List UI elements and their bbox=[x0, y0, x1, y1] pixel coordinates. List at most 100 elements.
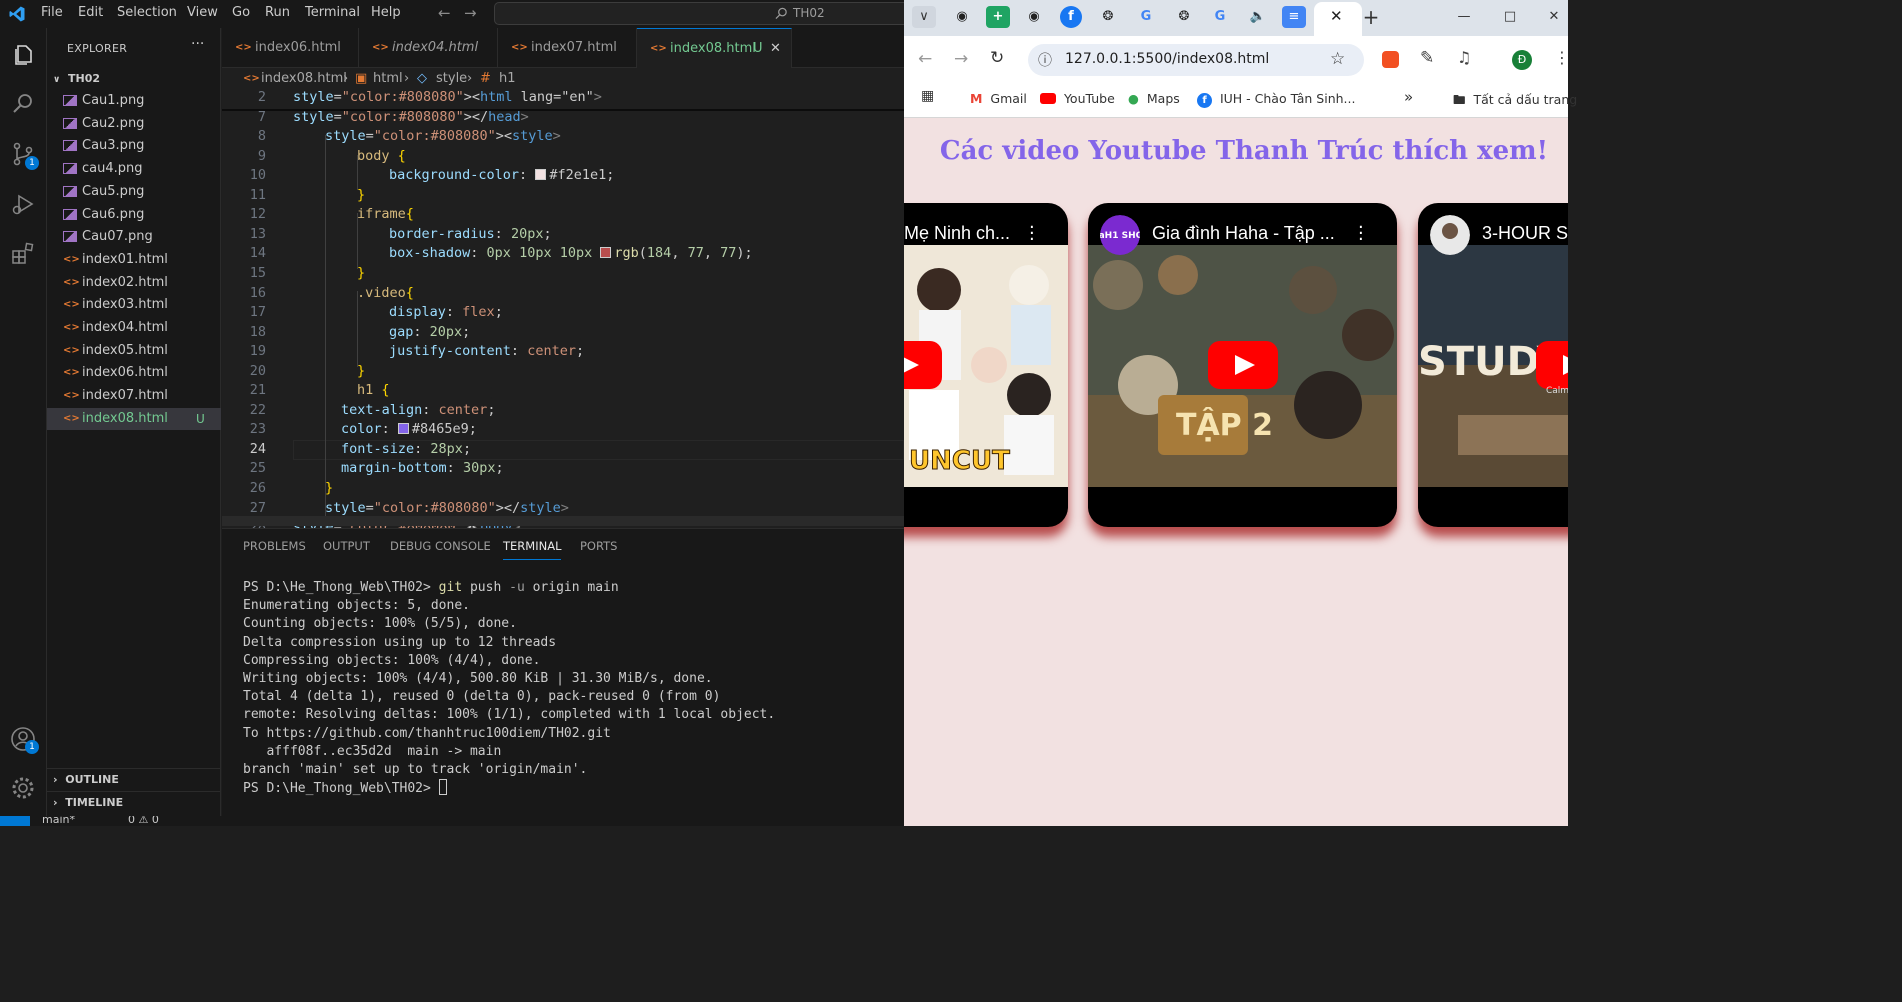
sheets-icon[interactable]: + bbox=[986, 6, 1010, 28]
terminal-output[interactable]: PS D:\He_Thong_Web\TH02> git push -u ori… bbox=[243, 579, 775, 798]
file-item[interactable]: <> index06.html bbox=[47, 362, 221, 384]
address-bar[interactable]: ⓘ 127.0.0.1:5500/index08.html ☆ bbox=[1028, 44, 1364, 76]
breadcrumb-html[interactable]: html bbox=[373, 68, 403, 90]
media-control-icon[interactable]: ♫ bbox=[1457, 48, 1471, 67]
file-item[interactable]: <> index03.html bbox=[47, 294, 221, 316]
code-editor[interactable]: 2 style="color:#808080"><html lang="en"> 7… bbox=[222, 90, 904, 528]
audio-icon[interactable]: 🔈 bbox=[1246, 6, 1270, 28]
back-arrow-icon[interactable]: ← bbox=[438, 4, 451, 22]
menu-edit[interactable]: Edit bbox=[78, 5, 103, 20]
file-item[interactable]: <> index02.html bbox=[47, 272, 221, 294]
outline-section[interactable]: › OUTLINE bbox=[47, 768, 221, 790]
video-embed-3[interactable]: 3-HOUR ST STUDY Calm bbox=[1418, 203, 1568, 527]
timeline-section[interactable]: › TIMELINE bbox=[47, 791, 221, 813]
problems-status[interactable]: 0 ⚠ 0 bbox=[128, 816, 159, 826]
chatgpt-icon[interactable]: ❂ bbox=[1172, 6, 1196, 28]
reload-icon[interactable]: ↻ bbox=[990, 48, 1004, 68]
site-info-icon[interactable]: ⓘ bbox=[1038, 50, 1052, 70]
youtube-play-icon[interactable] bbox=[1208, 341, 1278, 389]
tab-debug-console[interactable]: DEBUG CONSOLE bbox=[390, 539, 491, 553]
video-embed-1[interactable]: Mẹ Ninh ch... · · · UNCUT bbox=[904, 203, 1068, 527]
tab-index06[interactable]: <> index06.html bbox=[222, 28, 359, 68]
bookmark-youtube[interactable]: YouTube bbox=[1040, 91, 1115, 106]
bookmark-gmail[interactable]: M Gmail bbox=[970, 91, 1027, 106]
apps-grid-icon[interactable]: ▦ bbox=[921, 88, 934, 104]
code-line: background-color: #f2e1e1; bbox=[389, 167, 615, 184]
chatgpt-icon[interactable]: ❂ bbox=[1096, 6, 1120, 28]
explorer-icon[interactable] bbox=[10, 42, 36, 68]
command-center-search[interactable]: TH02 bbox=[494, 2, 904, 25]
bookmark-star-icon[interactable]: ☆ bbox=[1330, 49, 1345, 69]
code-line: color: #8465e9; bbox=[341, 421, 477, 438]
close-window-icon[interactable]: ✕ bbox=[1542, 6, 1566, 28]
menu-help[interactable]: Help bbox=[371, 5, 401, 20]
more-options-icon[interactable]: · · · bbox=[1029, 219, 1035, 249]
file-item[interactable]: <> index01.html bbox=[47, 249, 221, 271]
close-icon[interactable]: ✕ bbox=[1330, 7, 1343, 25]
forward-arrow-icon[interactable]: → bbox=[954, 49, 968, 69]
all-bookmarks[interactable]: 🖿 Tất cả dấu trang bbox=[1453, 91, 1577, 112]
file-item[interactable]: Cau5.png bbox=[47, 181, 221, 203]
tab-index07[interactable]: <> index07.html bbox=[498, 28, 637, 68]
search-icon[interactable] bbox=[10, 91, 36, 117]
forward-arrow-icon[interactable]: → bbox=[464, 4, 477, 22]
file-item[interactable]: <> index04.html bbox=[47, 317, 221, 339]
run-debug-icon[interactable] bbox=[10, 191, 36, 217]
branch-status[interactable]: main* bbox=[42, 816, 75, 826]
menu-selection[interactable]: Selection bbox=[117, 5, 177, 20]
file-item[interactable]: Cau3.png bbox=[47, 135, 221, 157]
file-item[interactable]: Cau6.png bbox=[47, 204, 221, 226]
github-icon[interactable]: ◉ bbox=[950, 6, 974, 28]
bookmark-maps[interactable]: ● Maps bbox=[1128, 91, 1180, 106]
breadcrumb-style[interactable]: style bbox=[436, 68, 467, 90]
file-item[interactable]: <> index05.html bbox=[47, 340, 221, 362]
menu-file[interactable]: File bbox=[41, 5, 63, 20]
menu-terminal[interactable]: Terminal bbox=[305, 5, 360, 20]
file-item[interactable]: Cau1.png bbox=[47, 90, 221, 112]
more-bookmarks-icon[interactable]: » bbox=[1404, 88, 1413, 106]
tab-problems[interactable]: PROBLEMS bbox=[243, 539, 306, 553]
more-options-icon[interactable]: · · · bbox=[1358, 219, 1364, 249]
file-item[interactable]: <> index07.html bbox=[47, 385, 221, 407]
tab-search-icon[interactable]: ∨ bbox=[912, 6, 936, 28]
breadcrumb-file[interactable]: index08.html bbox=[261, 68, 347, 90]
github-icon[interactable]: ◉ bbox=[1022, 6, 1046, 28]
tab-output[interactable]: OUTPUT bbox=[323, 539, 370, 553]
profile-avatar[interactable]: Đ bbox=[1512, 50, 1532, 70]
tab-ports[interactable]: PORTS bbox=[580, 539, 617, 553]
tab-terminal[interactable]: TERMINAL bbox=[503, 539, 562, 560]
folder-th02[interactable]: ∨ TH02 bbox=[53, 72, 100, 85]
chrome-menu-icon[interactable]: ⋮ bbox=[1554, 48, 1570, 67]
file-item[interactable]: Cau07.png bbox=[47, 226, 221, 248]
docs-icon[interactable]: ≡ bbox=[1282, 6, 1306, 28]
youtube-play-icon[interactable] bbox=[904, 341, 942, 389]
video-embed-2[interactable]: YeaH1 SHOW Gia đình Haha - Tập ... ··· T… bbox=[1088, 203, 1397, 527]
extensions-puzzle-icon[interactable]: ✎ bbox=[1420, 48, 1434, 68]
menu-run[interactable]: Run bbox=[265, 5, 290, 20]
file-item[interactable]: cau4.png bbox=[47, 158, 221, 180]
gear-icon[interactable] bbox=[10, 775, 36, 801]
tab-index08[interactable]: <> index08.html U ✕ bbox=[637, 28, 792, 68]
menu-view[interactable]: View bbox=[187, 5, 218, 20]
google-icon[interactable]: G bbox=[1208, 6, 1232, 28]
back-arrow-icon[interactable]: ← bbox=[918, 49, 932, 69]
remote-indicator[interactable] bbox=[0, 816, 30, 826]
file-item[interactable]: <> index08.html U bbox=[47, 407, 221, 430]
horizontal-scrollbar[interactable] bbox=[222, 516, 904, 526]
facebook-icon[interactable]: f bbox=[1060, 6, 1082, 28]
more-actions-icon[interactable]: ··· bbox=[191, 36, 204, 52]
tab-index04[interactable]: <> index04.html bbox=[359, 28, 498, 68]
maximize-icon[interactable]: □ bbox=[1498, 6, 1522, 28]
youtube-play-icon[interactable] bbox=[1536, 341, 1568, 389]
extension-icon[interactable] bbox=[1382, 51, 1399, 68]
file-item[interactable]: Cau2.png bbox=[47, 113, 221, 135]
minimize-icon[interactable]: — bbox=[1452, 6, 1476, 28]
new-tab-icon[interactable]: + bbox=[1359, 6, 1383, 28]
extensions-icon[interactable] bbox=[10, 241, 36, 267]
menu-go[interactable]: Go bbox=[232, 5, 250, 20]
active-tab[interactable]: ✕ bbox=[1314, 2, 1362, 36]
bookmark-iuh[interactable]: f IUH - Chào Tân Sinh... bbox=[1197, 91, 1355, 108]
google-icon[interactable]: G bbox=[1134, 6, 1158, 28]
breadcrumb-h1[interactable]: h1 bbox=[499, 68, 516, 90]
close-icon[interactable]: ✕ bbox=[770, 29, 781, 69]
